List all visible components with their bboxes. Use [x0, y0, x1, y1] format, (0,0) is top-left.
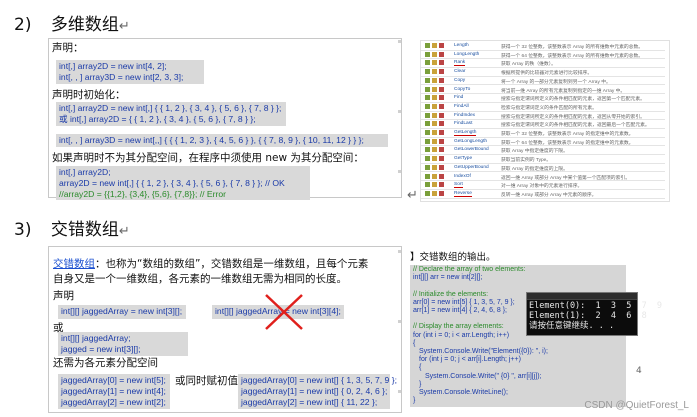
- member-name[interactable]: GetLowerBound: [454, 147, 489, 152]
- reference-table: Length 获得一个 32 位整数，该整数表示 Array 的所有维数中元素的总…: [421, 41, 667, 199]
- init-code-block-a: int[,] array2D = new int[,] { { 1, 2 }, …: [56, 102, 286, 126]
- alloc-label: 还需为各元素分配空间: [53, 357, 158, 369]
- jagged-intro-line-1: 交错数组：也称为“数组的数组”，交错数组是一维数组，且每个元素: [53, 258, 368, 270]
- member-name[interactable]: GetLength: [454, 130, 477, 136]
- member-name[interactable]: Length: [454, 43, 469, 48]
- code-line: int[,] array2D;: [59, 167, 111, 177]
- section-2-number: 2): [14, 15, 32, 35]
- section-3-title: 交错数组: [50, 220, 119, 240]
- code-line: System.Console.Write(" {0} ", arr[i][j])…: [425, 372, 542, 380]
- member-name[interactable]: GetLongLength: [454, 139, 487, 144]
- member-name[interactable]: GetType: [454, 156, 472, 161]
- code-line: //array2D = {{1,2}, {3,4}, {5,6}, {7,8}}…: [59, 189, 226, 199]
- alloc-code-block: int[,] array2D; array2D = new int[,] { {…: [56, 166, 310, 200]
- declare-label: 声明：: [52, 42, 84, 54]
- code-line: array2D = new int[,] { { 1, 2 }, { 3, 4 …: [59, 178, 285, 188]
- code-line: System.Console.Write("Element({0}): ", i…: [419, 348, 548, 356]
- intro-text: ：也称为“数组的数组”，交错数组是一维数组，且每个元素: [95, 258, 369, 270]
- member-name[interactable]: CopyTo: [454, 87, 470, 92]
- code-line: int[, , ] array3D = new int[2, 3, 3];: [59, 72, 184, 82]
- member-name[interactable]: FindIndex: [454, 113, 475, 118]
- console-line: Element(0): 1 3 5 7 9: [529, 301, 663, 311]
- member-icons: [425, 190, 451, 198]
- section-2-title: 多维数组: [50, 15, 119, 35]
- jagged-term: 交错数组: [53, 258, 95, 270]
- member-name[interactable]: Find: [454, 95, 463, 100]
- example-code-block: // Declare the array of two elements: in…: [410, 265, 626, 407]
- console-output: Element(0): 1 3 5 7 9 Element(1): 2 4 6 8…: [527, 300, 663, 332]
- jagged-intro-line-2: 自身又是一个一维数组，各元素的一维数组无需为相同的长度。: [53, 273, 347, 285]
- code-line: for (int j = 0; j < arr[i].Length; j++): [419, 356, 521, 364]
- assign-label: 或同时赋初值: [175, 375, 238, 387]
- member-name[interactable]: Rank: [454, 60, 466, 67]
- member-name[interactable]: Reverse: [454, 191, 472, 197]
- code-line: jaggedArray[0] = new int[5];: [61, 375, 166, 385]
- member-name[interactable]: GetUpperBound: [454, 165, 489, 170]
- example-heading: 】交错数组的输出。: [410, 252, 496, 263]
- error-cross-icon: [265, 294, 303, 330]
- member-name[interactable]: FindAll: [454, 104, 469, 109]
- console-window: Element(0): 1 3 5 7 9 Element(1): 2 4 6 8…: [526, 292, 663, 336]
- code-line: }: [419, 380, 422, 388]
- declare-label: 声明: [53, 290, 74, 302]
- member-name[interactable]: Sort: [454, 182, 463, 189]
- code-line: System.Console.WriteLine();: [419, 389, 508, 397]
- declare-ok-code: int[][] jaggedArray = new int[3][];: [58, 305, 186, 319]
- member-description: 反转一维 Array 或部分 Array 中元素的顺序。: [501, 192, 597, 198]
- console-titlebar: [527, 293, 637, 300]
- code-line: int[][] jaggedArray = new int[3][];: [61, 306, 183, 316]
- section-3-number: 3): [14, 220, 32, 240]
- watermark: CSDN @QuietForest_L: [584, 400, 689, 411]
- code-line: jaggedArray[1] = new int[4];: [61, 386, 166, 396]
- code-line: jaggedArray[2] = new int[2];: [61, 397, 166, 407]
- code-line: // Declare the array of two elements:: [413, 266, 526, 273]
- code-line: 或 int[,] array2D = { { 1, 2 }, { 3, 4 },…: [59, 114, 256, 124]
- alloc-code: jaggedArray[0] = new int[5]; jaggedArray…: [58, 374, 170, 409]
- member-name[interactable]: FindLast: [454, 121, 472, 126]
- return-mark: ↵: [407, 188, 418, 203]
- member-name[interactable]: Copy: [454, 78, 465, 83]
- return-mark: ↵: [118, 19, 130, 34]
- return-mark: ↵: [118, 224, 130, 239]
- code-line: jagged = new int[3][];: [61, 344, 141, 354]
- declare-alt-code: int[][] jaggedArray; jagged = new int[3]…: [58, 332, 188, 356]
- page-marker: 4: [636, 366, 642, 376]
- section-2-heading: 2) 多维数组↵: [14, 10, 130, 35]
- init-code-block-b: int[, , ] array3D = new int[,,] { { { 1,…: [56, 134, 388, 147]
- code-line: jaggedArray[0] = new int[] { 1, 3, 5, 7,…: [241, 375, 397, 385]
- example-slide: 】交错数组的输出。 // Declare the array of two el…: [408, 248, 680, 408]
- code-line: int[][] arr = new int[2][];: [413, 274, 483, 282]
- section-3-heading: 3) 交错数组↵: [14, 215, 130, 240]
- console-line: 请按任意键继续. . .: [529, 321, 615, 331]
- member-name[interactable]: IndexOf: [454, 174, 471, 179]
- code-line: int[,] array2D = new int[,] { { 1, 2 }, …: [59, 103, 282, 113]
- code-line: int[, , ] array3D = new int[,,] { { { 1,…: [59, 135, 364, 145]
- code-line: {: [413, 339, 416, 347]
- reference-table-row: Reverse 反转一维 Array 或部分 Array 中元素的顺序。: [421, 189, 665, 199]
- init-label: 声明时初始化：: [52, 89, 126, 101]
- reference-table-image: Length 获得一个 32 位整数，该整数表示 Array 的所有维数中元素的总…: [420, 40, 670, 202]
- member-name[interactable]: LongLength: [454, 52, 479, 57]
- alloc-note: 如果声明时不为其分配空间，在程序中须使用 new 为其分配空间：: [52, 152, 364, 164]
- code-line: {: [419, 364, 422, 372]
- member-name[interactable]: Clear: [454, 69, 465, 74]
- code-line: jaggedArray[2] = new int[] { 11, 22 };: [241, 397, 378, 407]
- assign-code: jaggedArray[0] = new int[] { 1, 3, 5, 7,…: [238, 374, 397, 409]
- console-line: Element(1): 2 4 6 8: [529, 311, 647, 321]
- code-line: jaggedArray[1] = new int[] { 0, 2, 4, 6 …: [241, 386, 388, 396]
- code-line: int[][] jaggedArray;: [61, 333, 131, 343]
- declare-code-block: int[,] array2D = new int[4, 2]; int[, , …: [56, 60, 204, 84]
- code-line: int[,] array2D = new int[4, 2];: [59, 61, 167, 71]
